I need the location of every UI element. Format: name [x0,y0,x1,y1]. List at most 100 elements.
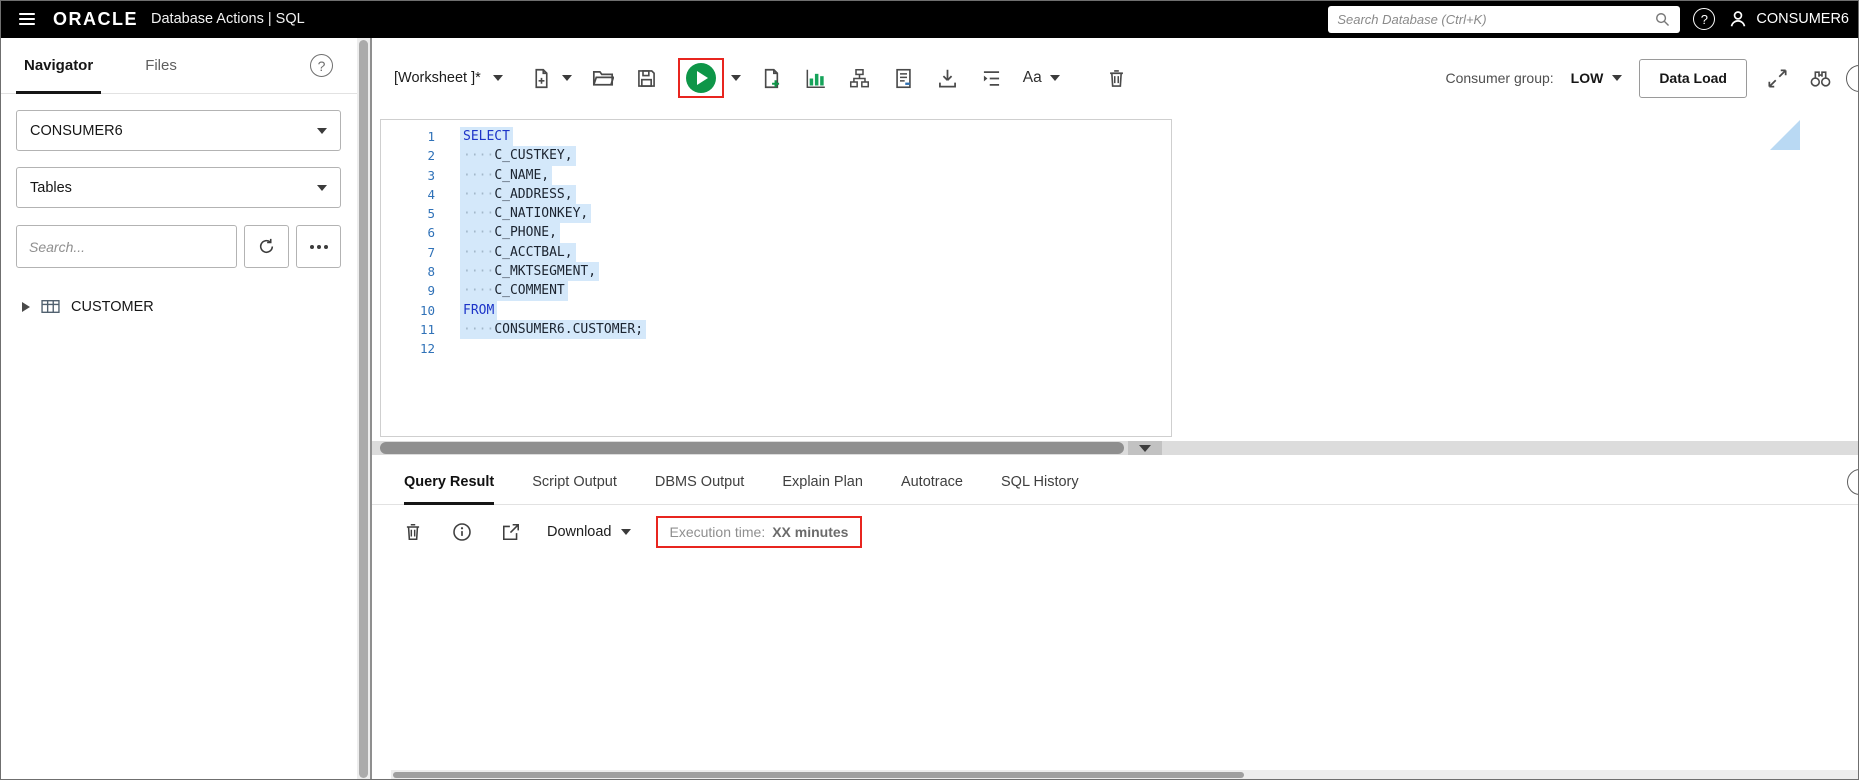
more-options-button[interactable] [296,225,341,268]
chart-icon[interactable] [803,65,829,91]
ellipsis-icon [309,244,328,249]
results-tabs: Query Result Script Output DBMS Output Expl… [372,459,1859,505]
worksheet-selector[interactable]: [Worksheet ]* [394,70,503,86]
object-type-select[interactable]: Tables [16,167,341,208]
line-number: 3 [427,167,435,183]
expand-arrow-icon[interactable] [22,301,30,312]
line-number: 1 [427,129,435,144]
data-load-button[interactable]: Data Load [1639,58,1747,98]
sidebar-search-input[interactable] [29,238,224,255]
sidebar-help-icon[interactable]: ? [310,54,333,77]
worksheet-toolbar: [Worksheet ]* Aa Consumer group: LOW Dat… [372,38,1859,118]
code-line[interactable]: 3 ····C_NAME, [381,165,1171,185]
code-line[interactable]: 7 ····C_ACCTBAL, [381,242,1171,263]
format-icon[interactable] [979,65,1005,91]
toolbar-cut-icon[interactable] [1846,65,1859,92]
help-icon[interactable]: ? [1693,8,1716,30]
refresh-button[interactable] [244,225,289,268]
panel-divider[interactable] [370,38,372,780]
download-label: Download [547,524,612,540]
run-menu-icon[interactable] [730,75,741,81]
sql-editor[interactable]: 1 SELECT 2 ····C_CUSTKEY, 3 ····C_NAME, 4 ····C… [380,119,1172,437]
tab-files[interactable]: Files [145,38,177,93]
clear-results-icon[interactable] [400,519,426,545]
tab-navigator[interactable]: Navigator [15,38,102,94]
code-line[interactable]: 11 ····CONSUMER6.CUSTOMER; [381,319,1171,340]
results-tab-script-output[interactable]: Script Output [532,459,617,504]
tree-item-customer[interactable]: CUSTOMER [22,298,370,315]
user-menu[interactable]: CONSUMER6 [1728,9,1849,29]
code-line[interactable]: 10 FROM [381,300,1171,320]
line-number: 9 [427,283,435,299]
chevron-down-icon [1049,75,1060,81]
global-search-input[interactable] [1337,11,1649,27]
save-icon[interactable] [634,65,660,91]
sidebar-search-row [16,225,341,268]
horizontal-scrollbar-thumb[interactable] [380,442,1124,454]
results-tab-autotrace[interactable]: Autotrace [901,459,963,504]
autotrace-icon[interactable] [891,65,917,91]
code-line[interactable]: 1 SELECT [381,127,1171,147]
line-number: 4 [427,186,435,202]
results-help-icon[interactable] [1847,469,1859,495]
code-line[interactable]: 12 [381,339,1171,358]
info-icon[interactable] [449,519,475,545]
schema-select-value: CONSUMER6 [30,122,123,139]
splitter-collapse-handle[interactable] [1128,441,1162,455]
chevron-down-icon [317,184,327,191]
play-icon [696,71,708,85]
line-number: 12 [419,341,435,357]
code-line[interactable]: 5 ····C_NATIONKEY, [381,204,1171,224]
user-icon [1728,9,1748,29]
execution-time-label: Execution time: [669,524,766,540]
consumer-group-select[interactable]: LOW [1571,70,1623,86]
run-script-icon[interactable] [759,65,785,91]
fullscreen-icon[interactable] [1764,65,1790,91]
grid-horizontal-scrollbar[interactable] [391,770,1859,780]
code-line[interactable]: 4 ····C_ADDRESS, [381,184,1171,205]
menu-icon[interactable] [14,6,40,32]
chevron-down-icon [492,75,503,81]
search-icon[interactable] [1654,11,1671,28]
line-number: 2 [427,148,435,164]
app-title: Database Actions | SQL [151,11,305,27]
global-search[interactable] [1328,5,1681,33]
chevron-down-icon [1612,75,1623,81]
schema-select[interactable]: CONSUMER6 [16,110,341,151]
new-worksheet-menu-icon[interactable] [561,75,572,81]
open-file-icon[interactable] [590,65,616,91]
sidebar-scrollbar[interactable] [357,38,370,780]
results-tab-sql-history[interactable]: SQL History [1001,459,1079,504]
chevron-down-icon [1139,444,1151,452]
worksheet-title: [Worksheet ]* [394,70,481,86]
font-options-button[interactable]: Aa [1023,69,1060,87]
sidebar-search[interactable] [16,225,237,268]
editor-splitter[interactable] [372,441,1859,455]
execution-time-value: XX minutes [772,524,849,540]
results-tab-explain-plan[interactable]: Explain Plan [782,459,863,504]
object-type-value: Tables [30,179,72,196]
results-tab-query-result[interactable]: Query Result [404,459,495,505]
line-number: 8 [427,264,435,280]
download-button[interactable]: Download [547,524,631,540]
code-line[interactable]: 6 ····C_PHONE, [381,223,1171,243]
main-area: [Worksheet ]* Aa Consumer group: LOW Dat… [372,38,1859,780]
tree-item-label: CUSTOMER [71,298,154,315]
table-icon [41,298,60,315]
code-line[interactable]: 9 ····C_COMMENT [381,281,1171,301]
results-toolbar: Download Execution time: XX minutes [372,505,1859,559]
find-icon[interactable] [1807,65,1833,91]
code-line[interactable]: 2 ····C_CUSTKEY, [381,146,1171,166]
oracle-logo: ORACLE [53,8,138,29]
results-tab-dbms-output[interactable]: DBMS Output [655,459,744,504]
run-statement-button[interactable] [685,63,716,93]
new-worksheet-icon[interactable] [529,65,555,91]
line-number: 7 [427,244,435,260]
code-line[interactable]: 8 ····C_MKTSEGMENT, [381,262,1171,282]
open-external-icon[interactable] [498,519,524,545]
download-icon[interactable] [935,65,961,91]
consumer-group-label: Consumer group: [1445,70,1554,86]
explain-plan-icon[interactable] [847,65,873,91]
line-number: 6 [427,225,435,241]
clear-worksheet-icon[interactable] [1104,65,1130,91]
